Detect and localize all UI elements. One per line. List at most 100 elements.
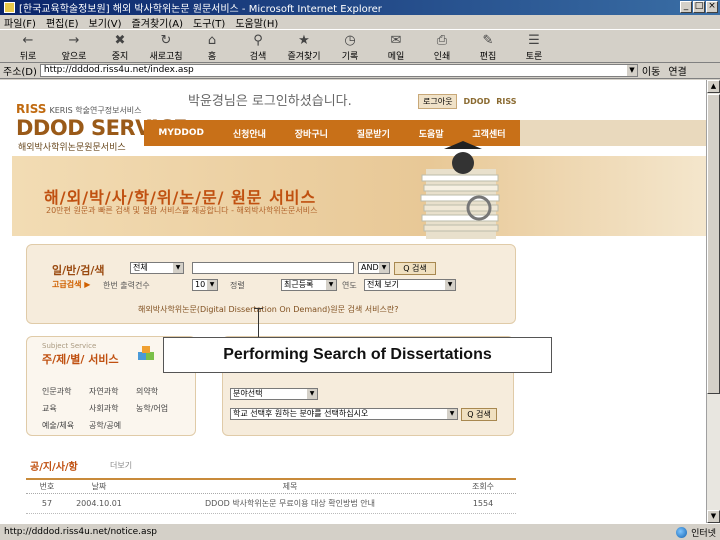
school-select[interactable]: 학교 선택후 원하는 분야를 선택하십시오 ▼: [230, 408, 458, 420]
search-button[interactable]: Q 검색: [394, 262, 436, 275]
menu-file[interactable]: 파일(F): [4, 15, 36, 30]
subject-list: 인문과학 자연과학 의약학 교육 사회과학 농학/어업 예술/체육 공학/공예: [42, 383, 183, 434]
chevron-down-icon[interactable]: ▼: [626, 65, 637, 76]
subject-engineering[interactable]: 공학/공예: [89, 417, 136, 434]
books-illustration-icon: [420, 141, 500, 239]
page-viewport: RISS KERIS 학술연구정보서비스 DDOD SERVICE 해외박사학위논…: [0, 80, 706, 523]
toolbar-button-search[interactable]: ⚲ 검색: [236, 31, 280, 62]
year-label: 연도: [342, 281, 357, 290]
toolbar-label: 중지: [111, 52, 129, 62]
toolbar-button-discuss[interactable]: ☰ 토론: [512, 31, 556, 62]
cell-title[interactable]: DDOD 박사학위논문 무료이용 대상 확인방법 안내: [130, 498, 450, 509]
riss-link[interactable]: RISS: [496, 97, 516, 106]
address-url: http://dddod.riss4u.net/index.asp: [43, 65, 194, 75]
search-options-row: 한번 출력건수: [103, 280, 150, 291]
nav-guide[interactable]: 신청안내: [233, 127, 266, 140]
toolbar-label: 뒤로: [19, 52, 37, 62]
toolbar-button-print[interactable]: ⎙ 인쇄: [420, 31, 464, 62]
toolbar: ← 뒤로 → 앞으로 ✖ 중지 ↻ 새로고침 ⌂ 홈 ⚲ 검색 ★ 즐겨찾기 ◷ 기록 ✉ 메일 ⎙ 인쇄 ✎ 편집 ☰ 토론: [0, 31, 720, 63]
menu-bar: 파일(F) 편집(E) 보기(V) 즐겨찾기(A) 도구(T) 도움말(H): [0, 15, 720, 30]
toolbar-label: 홈: [207, 52, 217, 62]
scroll-up-icon[interactable]: ▲: [707, 80, 720, 93]
sort-label: 정렬: [230, 281, 245, 290]
subject-education[interactable]: 교육: [42, 400, 89, 417]
chevron-down-icon: ▼: [207, 280, 217, 290]
vertical-scrollbar[interactable]: ▲ ▼: [706, 80, 720, 523]
dod-info-link[interactable]: 해외박사학위논문(Digital Dissertation On Demand)…: [138, 304, 399, 315]
toolbar-label: 새로고침: [149, 52, 183, 62]
minimize-button[interactable]: _: [680, 1, 692, 13]
toolbar-button-favorites[interactable]: ★ 즐겨찾기: [282, 31, 326, 62]
rows-label: 한번 출력건수: [103, 281, 150, 290]
search-input[interactable]: [192, 262, 354, 274]
links-button[interactable]: 연결: [668, 63, 686, 78]
address-label: 주소(D): [3, 67, 37, 78]
subject-natural-science[interactable]: 자연과학: [89, 383, 136, 400]
window-controls: _ □ ×: [680, 1, 718, 13]
toolbar-button-forward-arrow[interactable]: → 앞으로: [52, 31, 96, 62]
nav-cart[interactable]: 장바구니: [295, 127, 328, 140]
search-icon: ⚲: [253, 33, 263, 48]
menu-tools[interactable]: 도구(T): [193, 15, 225, 30]
toolbar-label: 기록: [341, 52, 359, 62]
toolbar-button-edit[interactable]: ✎ 편집: [466, 31, 510, 62]
toolbar-button-stop[interactable]: ✖ 중지: [98, 31, 142, 62]
subject-social-science[interactable]: 사회과학: [89, 400, 136, 417]
nav-myddod[interactable]: MYDDOD: [158, 128, 204, 138]
close-button[interactable]: ×: [706, 1, 718, 13]
notice-more-link[interactable]: 더보기: [110, 460, 132, 471]
year-select[interactable]: 전체 보기 ▼: [364, 279, 456, 291]
menu-edit[interactable]: 편집(E): [46, 15, 79, 30]
toolbar-label: 인쇄: [433, 52, 451, 62]
title-bar: [한국교육학술정보원] 해외 박사학위논문 원문서비스 - Microsoft …: [0, 0, 720, 15]
notice-title: 공/지/사/항: [30, 462, 78, 473]
table-row[interactable]: 57 2004.10.01 DDOD 박사학위논문 무료이용 대상 확인방법 안…: [26, 494, 516, 514]
notice-table: 번호 날짜 제목 조회수 57 2004.10.01 DDOD 박사학위논문 무…: [26, 478, 516, 514]
toolbar-button-refresh[interactable]: ↻ 새로고침: [144, 31, 188, 62]
year-select-value: 전체 보기: [367, 280, 399, 289]
subject-select[interactable]: 분야선택 ▼: [230, 388, 318, 400]
sort-select-value: 최근등록: [284, 280, 314, 289]
menu-help[interactable]: 도움말(H): [235, 15, 278, 30]
chevron-down-icon: ▼: [379, 263, 389, 273]
subject-humanities[interactable]: 인문과학: [42, 383, 89, 400]
subject-agriculture[interactable]: 농학/어업: [136, 400, 183, 417]
ddod-link[interactable]: DDOD: [463, 97, 490, 106]
toolbar-button-history[interactable]: ◷ 기록: [328, 31, 372, 62]
rows-select[interactable]: 10 ▼: [192, 279, 218, 291]
home-icon: ⌂: [207, 33, 217, 48]
riss-logo[interactable]: RISS KERIS 학술연구정보서비스: [16, 102, 142, 116]
general-search-label: 일/반/검/색: [52, 264, 105, 277]
rows-select-value: 10: [195, 280, 206, 289]
scroll-down-icon[interactable]: ▼: [707, 510, 720, 523]
address-input[interactable]: http://dddod.riss4u.net/index.asp ▼: [39, 64, 638, 77]
toolbar-label: 앞으로: [61, 52, 87, 62]
subject-medicine[interactable]: 의약학: [136, 383, 183, 400]
nav-qa[interactable]: 질문받기: [357, 127, 390, 140]
edit-icon: ✎: [482, 33, 494, 48]
subject-arts[interactable]: 예술/체육: [42, 417, 89, 434]
chevron-down-icon: ▼: [307, 389, 317, 399]
cell-number: 57: [41, 499, 53, 508]
refresh-icon: ↻: [160, 33, 172, 48]
toolbar-label: 메일: [387, 52, 405, 62]
school-search-button[interactable]: Q 검색: [461, 408, 497, 421]
scroll-thumb[interactable]: [707, 94, 720, 394]
toolbar-button-home[interactable]: ⌂ 홈: [190, 31, 234, 62]
menu-favorites[interactable]: 즐겨찾기(A): [132, 15, 183, 30]
chevron-down-icon: ▼: [173, 263, 183, 273]
maximize-button[interactable]: □: [693, 1, 705, 13]
subject-service-title: 주/제/별/ 서비스: [42, 353, 119, 366]
window-title: [한국교육학술정보원] 해외 박사학위논문 원문서비스 - Microsoft …: [19, 4, 382, 15]
logout-button[interactable]: 로그아웃: [418, 94, 458, 109]
advanced-search-link[interactable]: 고급검색 ▶: [52, 279, 90, 290]
toolbar-label: 검색: [249, 52, 267, 62]
field-select[interactable]: 전체 ▼: [130, 262, 184, 274]
col-views: 조회수: [471, 482, 495, 491]
operator-select[interactable]: AND ▼: [358, 262, 390, 274]
go-button[interactable]: 이동: [642, 63, 660, 78]
sort-select[interactable]: 최근등록 ▼: [281, 279, 337, 291]
menu-view[interactable]: 보기(V): [89, 15, 122, 30]
toolbar-button-mail[interactable]: ✉ 메일: [374, 31, 418, 62]
toolbar-button-back-arrow[interactable]: ← 뒤로: [6, 31, 50, 62]
